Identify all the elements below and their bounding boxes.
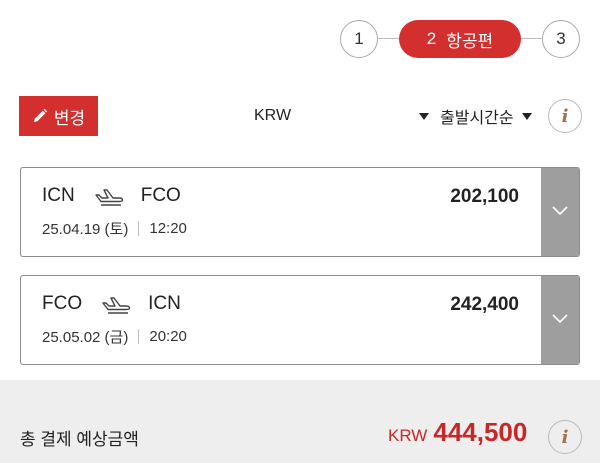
chevron-down-icon bbox=[552, 311, 568, 329]
step-1-label: 1 bbox=[354, 29, 364, 48]
total-value: 444,500 bbox=[433, 417, 528, 447]
chevron-down-icon bbox=[521, 112, 532, 120]
divider bbox=[138, 329, 140, 344]
airplane-departure-icon bbox=[100, 294, 132, 314]
flight-price: 202,100 bbox=[450, 186, 519, 207]
sort-value: 출발시간순 bbox=[440, 110, 514, 127]
step-2-label: 항공편 bbox=[446, 31, 494, 51]
step-3[interactable]: 3 bbox=[542, 20, 580, 58]
info-glyph: i bbox=[561, 105, 569, 127]
chevron-down-icon bbox=[552, 203, 568, 221]
expand-button[interactable] bbox=[541, 276, 579, 364]
origin-code: FCO bbox=[42, 293, 83, 314]
change-button[interactable]: 변경 bbox=[19, 96, 98, 136]
flight-price: 242,400 bbox=[450, 294, 519, 315]
step-3-label: 3 bbox=[556, 29, 566, 48]
total-amount: KRW 444,500 bbox=[388, 417, 527, 448]
info-glyph: i bbox=[561, 426, 569, 448]
total-label: 총 결제 예상금액 bbox=[20, 430, 139, 449]
step-2-active[interactable]: 2 항공편 bbox=[399, 20, 521, 58]
destination-code: FCO bbox=[140, 185, 181, 206]
destination-code: ICN bbox=[148, 293, 181, 314]
flight-time: 20:20 bbox=[149, 328, 187, 345]
flight-card-return[interactable]: FCO ICN 25.05.02 (금) 20:20 242,400 bbox=[20, 275, 580, 365]
total-summary-bar: 총 결제 예상금액 KRW 444,500 i bbox=[0, 380, 600, 463]
step-1[interactable]: 1 bbox=[340, 20, 378, 58]
flight-schedule: 25.04.19 (토) 12:20 bbox=[42, 218, 187, 239]
origin-code: ICN bbox=[42, 185, 75, 206]
booking-stepper: 1 2 항공편 3 bbox=[340, 20, 580, 58]
airplane-departure-icon bbox=[93, 186, 125, 206]
expand-button[interactable] bbox=[541, 168, 579, 256]
stepper-line bbox=[378, 38, 400, 39]
chevron-down-icon bbox=[419, 112, 429, 120]
flight-schedule: 25.05.02 (금) 20:20 bbox=[42, 326, 187, 347]
flight-date: 25.05.02 (금) bbox=[42, 329, 129, 346]
step-2-number: 2 bbox=[426, 29, 437, 48]
divider bbox=[138, 221, 140, 236]
currency-value: KRW bbox=[254, 107, 292, 124]
flight-route: FCO ICN bbox=[42, 293, 181, 315]
change-button-label: 변경 bbox=[53, 108, 86, 128]
stepper-line bbox=[520, 38, 542, 39]
info-icon[interactable]: i bbox=[548, 99, 582, 133]
flight-date: 25.04.19 (토) bbox=[42, 221, 129, 238]
sort-select[interactable]: 출발시간순 bbox=[440, 104, 532, 128]
currency-select[interactable]: KRW bbox=[254, 104, 429, 128]
flight-time: 12:20 bbox=[149, 220, 187, 237]
flight-card-outbound[interactable]: ICN FCO 25.04.19 (토) 12:20 202,100 bbox=[20, 167, 580, 257]
pencil-icon bbox=[32, 108, 48, 124]
flight-route: ICN FCO bbox=[42, 185, 181, 207]
info-icon[interactable]: i bbox=[548, 420, 582, 454]
total-currency: KRW bbox=[388, 426, 428, 445]
